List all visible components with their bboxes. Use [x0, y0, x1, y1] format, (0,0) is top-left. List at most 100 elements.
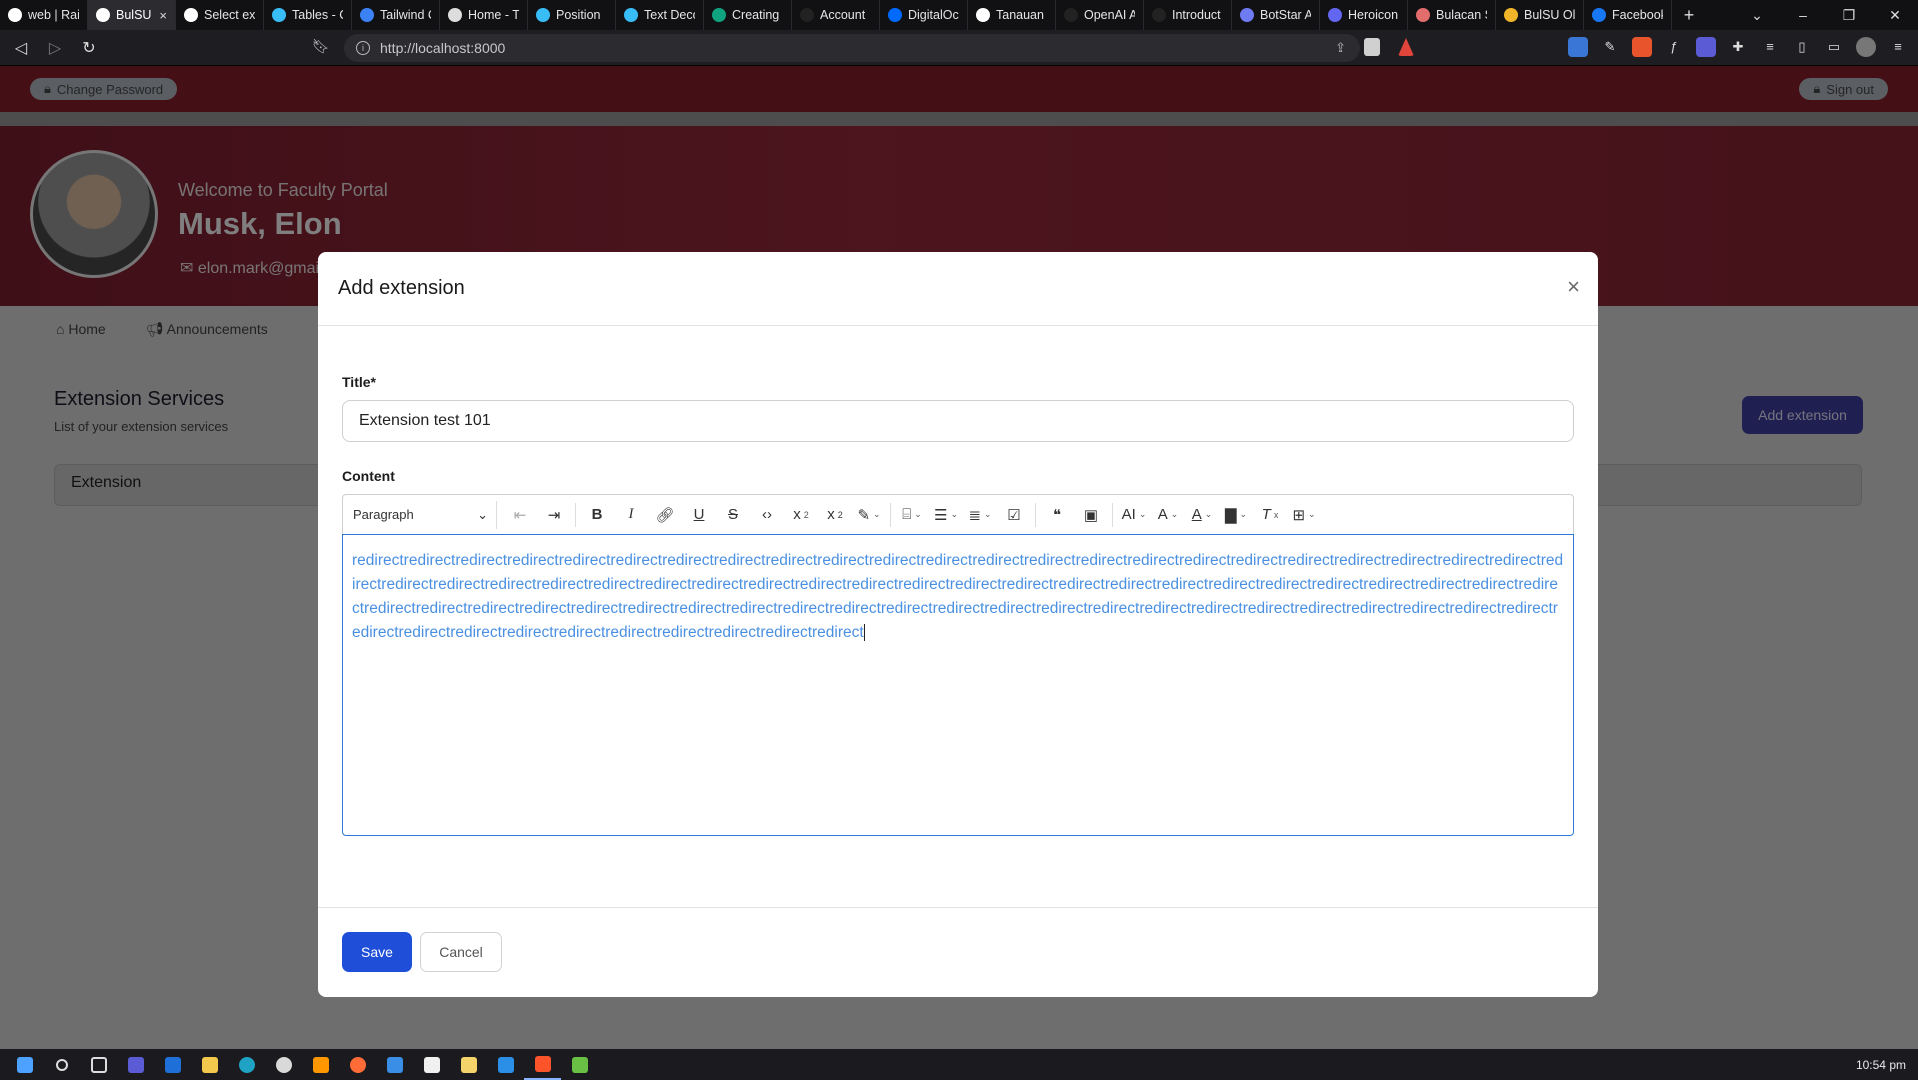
chrome-icon[interactable]: [265, 1049, 302, 1080]
percent-ext-icon[interactable]: [1632, 37, 1652, 57]
bold-icon[interactable]: B: [580, 501, 614, 529]
block-quote-icon[interactable]: ❝: [1040, 501, 1074, 529]
browser-tab[interactable]: Position: [528, 0, 616, 30]
task-view-icon[interactable]: [80, 1049, 117, 1080]
toolbar-divider: [890, 502, 891, 527]
new-tab-button[interactable]: +: [1672, 0, 1706, 30]
store-icon[interactable]: [413, 1049, 450, 1080]
browser-tab[interactable]: Bulacan S: [1408, 0, 1496, 30]
puzzle-icon[interactable]: ✚: [1728, 37, 1748, 57]
browser-tab[interactable]: Text Deco: [616, 0, 704, 30]
file-explorer-icon[interactable]: [191, 1049, 228, 1080]
todo-list-icon[interactable]: ☑: [997, 501, 1031, 529]
restore-icon[interactable]: ❐: [1826, 7, 1872, 24]
brave-taskbar-icon[interactable]: [524, 1049, 561, 1080]
browser-tab[interactable]: Heroicon: [1320, 0, 1408, 30]
playlist-icon[interactable]: ≡: [1760, 37, 1780, 57]
browser-tab[interactable]: BotStar A: [1232, 0, 1320, 30]
paragraph-select[interactable]: Paragraph ⌄: [353, 500, 497, 529]
browser-tab[interactable]: BulSU ×: [88, 0, 176, 30]
tab-favicon-icon: [272, 8, 286, 22]
browser-tab[interactable]: Account: [792, 0, 880, 30]
browser-tab[interactable]: BulSU Ol: [1496, 0, 1584, 30]
remove-format-icon[interactable]: Tx: [1253, 501, 1287, 529]
font-size-icon[interactable]: AI ⌄: [1117, 501, 1151, 529]
brave-shield-icon[interactable]: [1364, 38, 1380, 56]
cancel-button[interactable]: Cancel: [420, 932, 502, 972]
title-label: Title*: [342, 374, 376, 390]
browser-tab[interactable]: Introduct: [1144, 0, 1232, 30]
browser-tab[interactable]: Select ext: [176, 0, 264, 30]
browser-tab[interactable]: Tables - C: [264, 0, 352, 30]
brave-rewards-icon[interactable]: [1398, 38, 1414, 56]
numbered-list-icon[interactable]: ≣ ⌄: [963, 501, 997, 529]
browser-tab[interactable]: Creating: [704, 0, 792, 30]
superscript-icon[interactable]: x2: [818, 501, 852, 529]
reload-icon[interactable]: ↻: [76, 35, 102, 61]
sublime-icon[interactable]: [302, 1049, 339, 1080]
outdent-icon[interactable]: ⇤: [503, 501, 537, 529]
browser-tab[interactable]: Tanauan: [968, 0, 1056, 30]
browser-tab[interactable]: OpenAI A: [1056, 0, 1144, 30]
content-editor[interactable]: redirectredirectredirectredirectredirect…: [342, 534, 1574, 836]
indent-icon[interactable]: ⇥: [537, 501, 571, 529]
font-family-icon[interactable]: A ⌄: [1151, 501, 1185, 529]
close-window-icon[interactable]: ✕: [1872, 7, 1918, 24]
formula-ext-icon[interactable]: ƒ: [1664, 37, 1684, 57]
highlight-icon[interactable]: ✎ ⌄: [852, 501, 886, 529]
wallet-icon[interactable]: ▭: [1824, 37, 1844, 57]
font-color-icon[interactable]: A ⌄: [1185, 501, 1219, 529]
browser-tab-strip: web | Rai BulSU × Select ext Tables - C Tailw…: [0, 0, 1918, 30]
strikethrough-icon[interactable]: S: [716, 501, 750, 529]
browser-tab[interactable]: Tailwind C: [352, 0, 440, 30]
tab-close-icon[interactable]: ×: [159, 8, 167, 23]
bug-ext-icon[interactable]: [1696, 37, 1716, 57]
minimize-icon[interactable]: –: [1780, 7, 1826, 23]
code-editor-icon[interactable]: [117, 1049, 154, 1080]
site-info-icon[interactable]: i: [356, 41, 370, 55]
postman-icon[interactable]: [339, 1049, 376, 1080]
image-icon[interactable]: ▣: [1074, 501, 1108, 529]
notes-icon[interactable]: [450, 1049, 487, 1080]
outlook-icon[interactable]: [154, 1049, 191, 1080]
translate-ext-icon[interactable]: [1568, 37, 1588, 57]
search-icon[interactable]: [43, 1049, 80, 1080]
url-bar[interactable]: i http://localhost:8000 ⇪: [344, 34, 1360, 62]
background-color-icon[interactable]: ▇ ⌄: [1219, 501, 1253, 529]
code-icon[interactable]: ‹›: [750, 501, 784, 529]
subscript-icon[interactable]: x2: [784, 501, 818, 529]
forward-icon[interactable]: ▷: [42, 35, 68, 61]
tab-title: BulSU: [116, 8, 152, 22]
tab-favicon-icon: [1064, 8, 1078, 22]
bookmark-icon[interactable]: 🔖︎: [312, 38, 330, 55]
pen-ext-icon[interactable]: ✎: [1600, 37, 1620, 57]
menu-icon[interactable]: ≡: [1888, 37, 1908, 57]
table-icon[interactable]: ⊞ ⌄: [1287, 501, 1321, 529]
close-icon[interactable]: ×: [1567, 274, 1580, 300]
back-icon[interactable]: ◁: [8, 35, 34, 61]
browser-tab[interactable]: Facebook: [1584, 0, 1672, 30]
browser-tab[interactable]: DigitalOc: [880, 0, 968, 30]
browser-tab[interactable]: Home - T: [440, 0, 528, 30]
title-input[interactable]: [342, 400, 1574, 442]
mail-app-icon[interactable]: [376, 1049, 413, 1080]
modal-header: Add extension ×: [318, 252, 1598, 326]
terminal-icon[interactable]: [561, 1049, 598, 1080]
bulleted-list-icon[interactable]: ☰ ⌄: [929, 501, 963, 529]
italic-icon[interactable]: I: [614, 501, 648, 529]
vscode-icon[interactable]: [487, 1049, 524, 1080]
tab-title: Home - T: [468, 8, 519, 22]
save-button[interactable]: Save: [342, 932, 412, 972]
share-icon[interactable]: ⇪: [1335, 40, 1346, 56]
start-icon[interactable]: [6, 1049, 43, 1080]
tab-search-icon[interactable]: ⌄: [1734, 7, 1780, 24]
toolbar-divider: [1112, 502, 1113, 527]
tab-title: Text Deco: [644, 8, 695, 22]
underline-icon[interactable]: U: [682, 501, 716, 529]
edge-icon[interactable]: [228, 1049, 265, 1080]
sidebar-icon[interactable]: ▯: [1792, 37, 1812, 57]
browser-tab[interactable]: web | Rai: [0, 0, 88, 30]
profile-icon[interactable]: [1856, 37, 1876, 57]
link-icon[interactable]: 🔗︎: [648, 501, 682, 529]
source-editing-icon[interactable]: ⌸ ⌄: [895, 501, 929, 529]
